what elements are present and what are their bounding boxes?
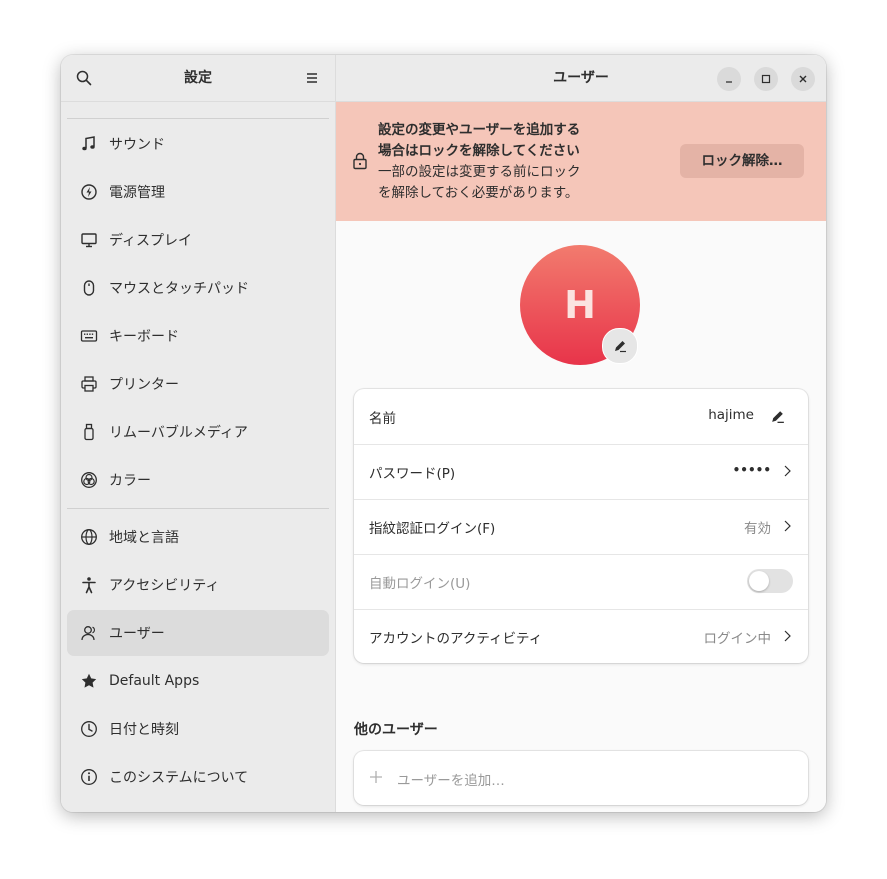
page-title: ユーザー	[553, 70, 609, 86]
sidebar-item-label: リムーバブルメディア	[109, 425, 248, 441]
switch-knob	[749, 571, 769, 591]
sidebar-list: サウンド 電源管理 ディスプレイ マウスとタッチパッド キーボード プリンター …	[67, 118, 329, 802]
usb-drive-icon	[84, 423, 94, 441]
sidebar-item-label: プリンター	[109, 377, 179, 393]
sidebar-item-keyboard[interactable]: キーボード	[67, 313, 329, 359]
account-activity-value: ログイン中	[703, 631, 772, 647]
lock-icon	[353, 152, 367, 170]
unlock-banner: 設定の変更やユーザーを追加する 場合はロックを解除してください 一部の設定は変更…	[336, 102, 826, 221]
chevron-right-icon	[784, 520, 791, 532]
sidebar-item-users[interactable]: ユーザー	[67, 610, 329, 656]
sidebar-item-accessibility[interactable]: アクセシビリティ	[67, 562, 329, 608]
minimize-button[interactable]	[717, 67, 741, 91]
sidebar-item-label: Default Apps	[109, 673, 200, 689]
globe-icon	[81, 529, 97, 545]
sidebar-item-date-time[interactable]: 日付と時刻	[67, 706, 329, 752]
color-icon	[81, 472, 97, 488]
sidebar-item-label: ディスプレイ	[109, 233, 193, 249]
sidebar-item-sound[interactable]: サウンド	[67, 121, 329, 167]
sidebar-header: 設定	[61, 55, 335, 102]
sidebar-item-color[interactable]: カラー	[67, 457, 329, 503]
sidebar: 設定 サウンド 電源管理 ディスプレイ マウスとタッチパッド キーボード プリン…	[61, 55, 336, 812]
hamburger-menu-icon[interactable]	[303, 69, 321, 87]
autologin-row: 自動ログイン(U)	[354, 554, 808, 610]
close-icon	[799, 75, 807, 83]
sidebar-item-label: マウスとタッチパッド	[109, 281, 249, 297]
password-value: •••••	[732, 463, 771, 477]
name-label: 名前	[369, 411, 396, 427]
user-details-card: 名前 hajime パスワード(P) ••••• 指紋認証ログイン(F) 有効 …	[354, 389, 808, 663]
sidebar-item-region-language[interactable]: 地域と言語	[67, 514, 329, 560]
clock-icon	[81, 721, 97, 737]
sidebar-item-display[interactable]: ディスプレイ	[67, 217, 329, 263]
plus-icon	[370, 771, 382, 783]
sidebar-item-label: サウンド	[109, 137, 165, 153]
sidebar-item-mouse[interactable]: マウスとタッチパッド	[67, 265, 329, 311]
edit-name-icon[interactable]	[769, 408, 786, 425]
sidebar-item-printer[interactable]: プリンター	[67, 361, 329, 407]
account-activity-label: アカウントのアクティビティ	[369, 631, 543, 647]
sidebar-title: 設定	[184, 70, 212, 86]
name-row: 名前 hajime	[354, 389, 808, 445]
sidebar-item-label: 地域と言語	[109, 530, 179, 546]
name-value: hajime	[708, 407, 754, 423]
maximize-button[interactable]	[754, 67, 778, 91]
settings-window: 設定 サウンド 電源管理 ディスプレイ マウスとタッチパッド キーボード プリン…	[61, 55, 826, 812]
add-user-button[interactable]: ユーザーを追加…	[354, 751, 808, 805]
chevron-right-icon	[784, 465, 791, 477]
fingerprint-row[interactable]: 指紋認証ログイン(F) 有効	[354, 499, 808, 555]
printer-icon	[81, 376, 97, 392]
sidebar-item-label: 電源管理	[109, 185, 165, 201]
minimize-icon	[726, 81, 732, 83]
sidebar-separator	[67, 118, 329, 119]
sidebar-separator	[67, 508, 329, 509]
header-bar: ユーザー	[336, 55, 826, 102]
banner-description-line: を解除しておく必要があります。	[378, 185, 579, 201]
banner-title-line: 設定の変更やユーザーを追加する	[378, 122, 581, 138]
sidebar-item-label: カラー	[109, 473, 151, 489]
main-panel: ユーザー 設定の変更やユーザーを追加する 場合はロックを解除してください 一部の…	[336, 55, 826, 812]
sidebar-item-default-apps[interactable]: Default Apps	[67, 658, 329, 704]
music-note-icon	[82, 136, 95, 151]
accessibility-icon	[82, 577, 96, 594]
password-row[interactable]: パスワード(P) •••••	[354, 444, 808, 500]
sidebar-item-about[interactable]: このシステムについて	[67, 754, 329, 800]
account-activity-row[interactable]: アカウントのアクティビティ ログイン中	[354, 609, 808, 664]
mouse-icon	[83, 280, 95, 296]
banner-description-line: 一部の設定は変更する前にロック	[378, 164, 581, 180]
banner-title: 設定の変更やユーザーを追加する 場合はロックを解除してください	[378, 120, 580, 162]
sidebar-item-label: 日付と時刻	[109, 722, 179, 738]
sidebar-item-removable-media[interactable]: リムーバブルメディア	[67, 409, 329, 455]
other-users-title: 他のユーザー	[354, 722, 438, 738]
sidebar-item-label: アクセシビリティ	[109, 578, 220, 594]
edit-pencil-icon	[615, 341, 626, 353]
autologin-switch[interactable]	[747, 569, 793, 593]
fingerprint-label: 指紋認証ログイン(F)	[369, 521, 496, 537]
avatar-initial: H	[564, 283, 596, 327]
maximize-icon	[761, 74, 771, 84]
users-icon	[81, 626, 95, 641]
sidebar-item-label: ユーザー	[109, 626, 165, 642]
banner-title-line: 場合はロックを解除してください	[378, 143, 580, 159]
close-button[interactable]	[791, 67, 815, 91]
sidebar-item-power[interactable]: 電源管理	[67, 169, 329, 215]
keyboard-icon	[80, 330, 98, 342]
sidebar-item-label: キーボード	[109, 329, 179, 345]
sidebar-item-label: このシステムについて	[109, 770, 249, 786]
info-icon	[81, 769, 97, 785]
add-user-label: ユーザーを追加…	[397, 773, 505, 789]
power-icon	[81, 184, 97, 200]
banner-description: 一部の設定は変更する前にロック を解除しておく必要があります。	[378, 162, 581, 204]
star-icon	[81, 673, 97, 688]
unlock-button[interactable]: ロック解除…	[680, 144, 804, 178]
fingerprint-value: 有効	[744, 521, 771, 537]
edit-avatar-button[interactable]	[602, 328, 638, 364]
autologin-label: 自動ログイン(U)	[369, 576, 471, 592]
password-label: パスワード(P)	[369, 466, 456, 482]
monitor-icon	[81, 233, 97, 248]
chevron-right-icon	[784, 630, 791, 642]
